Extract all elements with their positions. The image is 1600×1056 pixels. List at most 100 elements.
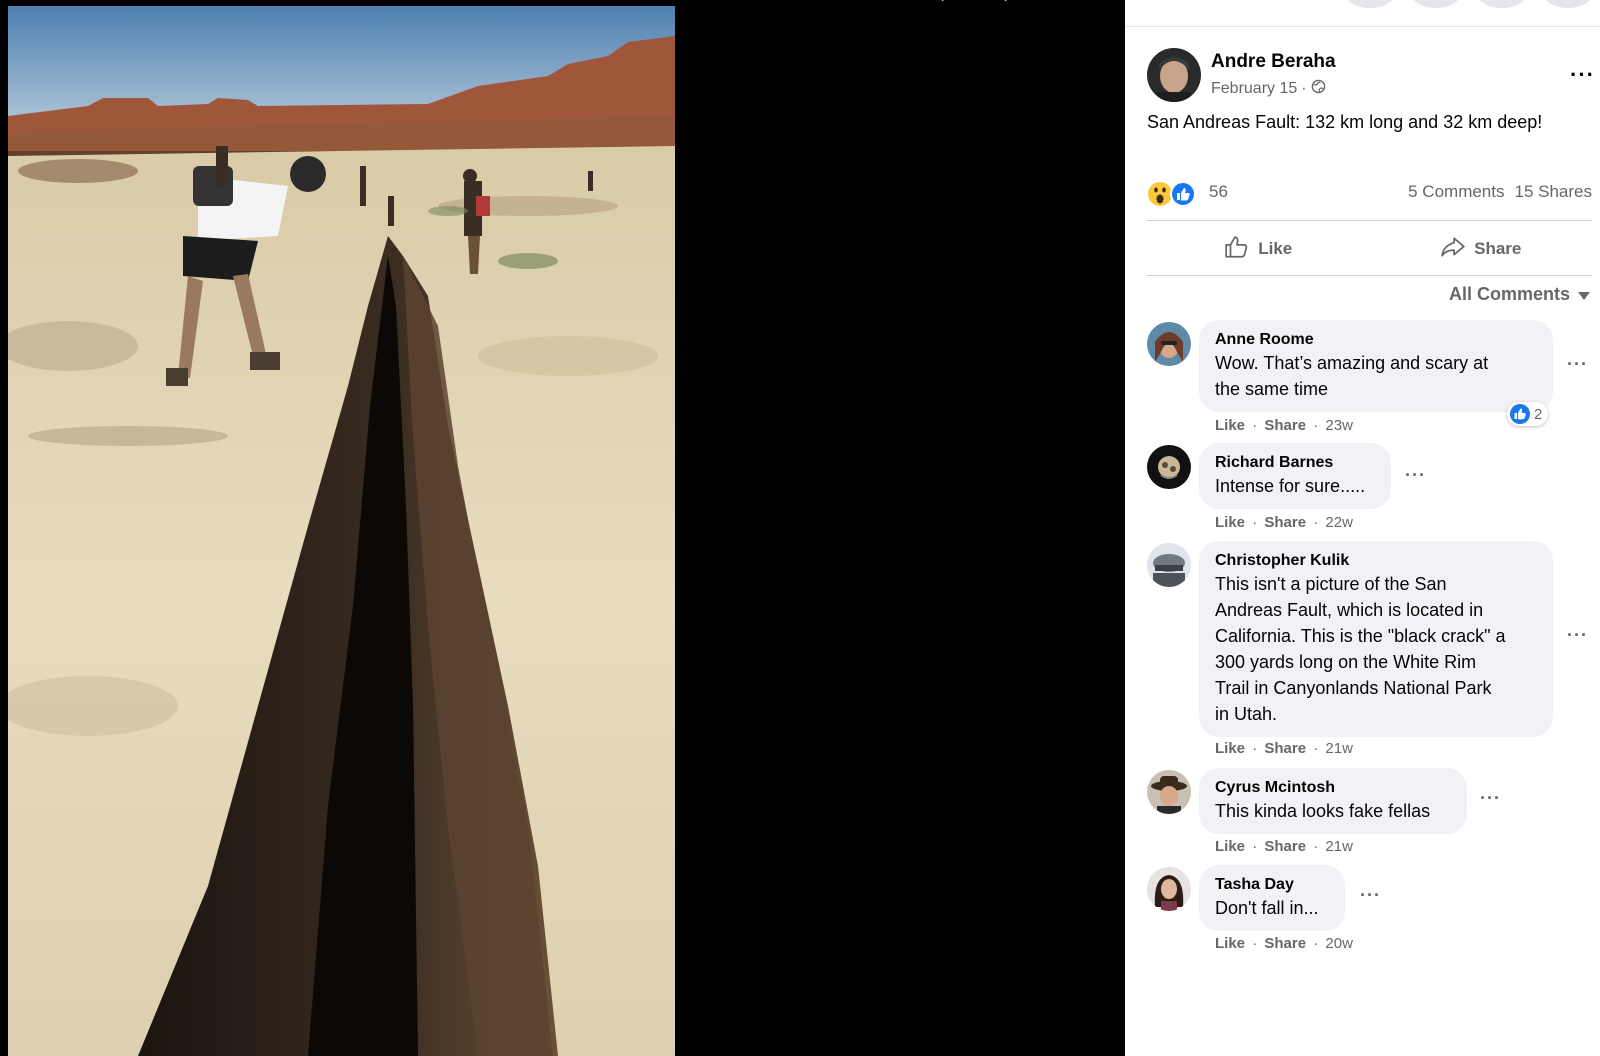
top-toolbar xyxy=(1345,0,1593,8)
comment-like-link[interactable]: Like xyxy=(1215,417,1245,434)
all-comments-filter[interactable]: All Comments xyxy=(1449,284,1590,305)
separator: · xyxy=(1252,514,1258,531)
wow-reaction-icon xyxy=(1148,182,1172,206)
toolbar-button-2[interactable] xyxy=(1411,0,1461,8)
toolbar-button-1[interactable] xyxy=(1345,0,1395,8)
comment-actions: Like · Share · 21w xyxy=(1215,740,1353,757)
comment-text-line: 300 yards long on the White Rim xyxy=(1215,652,1477,672)
like-reaction-icon xyxy=(1170,181,1196,207)
comment-text-line: Don't fall in... xyxy=(1215,898,1319,918)
commenter-avatar[interactable] xyxy=(1147,867,1191,911)
comments-count[interactable]: 5 Comments xyxy=(1408,182,1504,202)
reaction-count[interactable]: 56 xyxy=(1209,182,1228,202)
comment-more-icon[interactable]: ··· xyxy=(1567,354,1588,375)
comment-more-icon[interactable]: ··· xyxy=(1480,788,1501,809)
comment-text-line: This kinda looks fake fellas xyxy=(1215,801,1431,821)
comment-more-icon[interactable]: ··· xyxy=(1360,885,1381,906)
separator: · xyxy=(1313,935,1319,952)
post-date[interactable]: February 15 xyxy=(1211,80,1297,98)
shares-count[interactable]: 15 Shares xyxy=(1515,182,1593,202)
separator: · xyxy=(1252,935,1258,952)
comment-text-line: This isn't a picture of the San xyxy=(1215,574,1447,594)
separator: · xyxy=(1252,417,1258,434)
like-button[interactable]: Like xyxy=(1147,226,1370,272)
comment-bubble: Christopher Kulik This isn't a picture o… xyxy=(1199,541,1553,737)
separator: · xyxy=(1252,838,1258,855)
comment-time[interactable]: 21w xyxy=(1325,838,1353,855)
separator: · xyxy=(1313,514,1319,531)
divider-top xyxy=(1147,220,1592,221)
engagement-counts: 5 Comments 15 Shares xyxy=(1408,182,1592,202)
share-button[interactable]: Share xyxy=(1370,226,1593,272)
comment-actions: Like · Share · 22w xyxy=(1215,514,1353,531)
comment-text-line: Intense for sure..... xyxy=(1215,476,1366,496)
like-reaction-icon xyxy=(1510,404,1530,424)
post-text: San Andreas Fault: 132 km long and 32 km… xyxy=(1147,112,1543,132)
date-separator: · xyxy=(1301,80,1307,97)
commenter-avatar[interactable] xyxy=(1147,445,1191,489)
toolbar-button-3[interactable] xyxy=(1477,0,1527,8)
comment-time[interactable]: 20w xyxy=(1325,935,1353,952)
comment-time[interactable]: 23w xyxy=(1325,417,1353,434)
comment-bubble: Cyrus Mcintosh This kinda looks fake fel… xyxy=(1199,768,1467,834)
comment-actions: Like · Share · 20w xyxy=(1215,935,1353,952)
comment-like-link[interactable]: Like xyxy=(1215,935,1245,952)
post-photo xyxy=(8,6,675,1056)
comment-text-line: Trail in Canyonlands National Park xyxy=(1215,678,1492,698)
all-comments-label: All Comments xyxy=(1448,284,1570,304)
commenter-name[interactable]: Anne Roome xyxy=(1215,330,1537,350)
share-label: Share xyxy=(1474,239,1522,258)
share-arrow-icon xyxy=(1440,234,1466,265)
post-more-icon[interactable]: ··· xyxy=(1570,62,1595,88)
like-label: Like xyxy=(1258,239,1293,258)
comment-share-link[interactable]: Share xyxy=(1264,935,1306,952)
divider-bottom xyxy=(1147,275,1592,276)
toolbar-partial-icon-2[interactable]: ⌝ xyxy=(998,0,1008,16)
reactions-row: 56 5 Comments 15 Shares xyxy=(1147,178,1592,208)
comment-bubble: Tasha Day Don't fall in... xyxy=(1199,865,1345,931)
post-meta: February 15 · xyxy=(1211,79,1326,99)
comment-time[interactable]: 22w xyxy=(1325,514,1353,531)
toolbar-partial-icon[interactable]: ⌝ xyxy=(935,0,945,16)
toolbar-button-4[interactable] xyxy=(1543,0,1593,8)
author-avatar[interactable] xyxy=(1147,48,1201,102)
comment-share-link[interactable]: Share xyxy=(1264,417,1306,434)
comment-actions: Like · Share · 23w xyxy=(1215,417,1353,434)
commenter-name[interactable]: Christopher Kulik xyxy=(1215,551,1537,571)
comment-reaction-badge[interactable]: 2 xyxy=(1507,402,1549,426)
comment-share-link[interactable]: Share xyxy=(1264,740,1306,757)
comment-reaction-count: 2 xyxy=(1534,405,1543,423)
caret-down-icon xyxy=(1578,284,1590,305)
separator: · xyxy=(1313,838,1319,855)
comment-text-line: Andreas Fault, which is located in xyxy=(1215,600,1484,620)
comment-bubble: Anne Roome Wow. That’s amazing and scary… xyxy=(1199,320,1553,412)
globe-icon xyxy=(1311,79,1326,99)
comment-share-link[interactable]: Share xyxy=(1264,838,1306,855)
post-actions: Like Share xyxy=(1147,226,1592,272)
top-divider xyxy=(1125,26,1600,27)
comment-like-link[interactable]: Like xyxy=(1215,514,1245,531)
comment-bubble: Richard Barnes Intense for sure..... xyxy=(1199,443,1391,509)
comment-like-link[interactable]: Like xyxy=(1215,838,1245,855)
commenter-name[interactable]: Tasha Day xyxy=(1215,875,1329,895)
commenter-name[interactable]: Cyrus Mcintosh xyxy=(1215,778,1451,798)
comment-text-line: California. This is the "black crack" a xyxy=(1215,626,1506,646)
photo-viewer: ⌝ ⌝ xyxy=(0,0,1125,1056)
comment-actions: Like · Share · 21w xyxy=(1215,838,1353,855)
commenter-avatar[interactable] xyxy=(1147,770,1191,814)
post-header: Andre Beraha February 15 · ··· xyxy=(1147,48,1594,104)
commenter-avatar[interactable] xyxy=(1147,322,1191,366)
post-author[interactable]: Andre Beraha xyxy=(1211,51,1336,73)
comment-like-link[interactable]: Like xyxy=(1215,740,1245,757)
comment-text-line: in Utah. xyxy=(1215,704,1278,724)
reaction-icons[interactable] xyxy=(1147,180,1203,208)
comment-more-icon[interactable]: ··· xyxy=(1567,625,1588,646)
comment-more-icon[interactable]: ··· xyxy=(1405,465,1426,486)
comment-time[interactable]: 21w xyxy=(1325,740,1353,757)
commenter-avatar[interactable] xyxy=(1147,543,1191,587)
comment-share-link[interactable]: Share xyxy=(1264,514,1306,531)
commenter-name[interactable]: Richard Barnes xyxy=(1215,453,1375,473)
comment-text-line: the same time xyxy=(1215,379,1329,399)
separator: · xyxy=(1313,417,1319,434)
thumbs-up-icon xyxy=(1224,234,1250,265)
